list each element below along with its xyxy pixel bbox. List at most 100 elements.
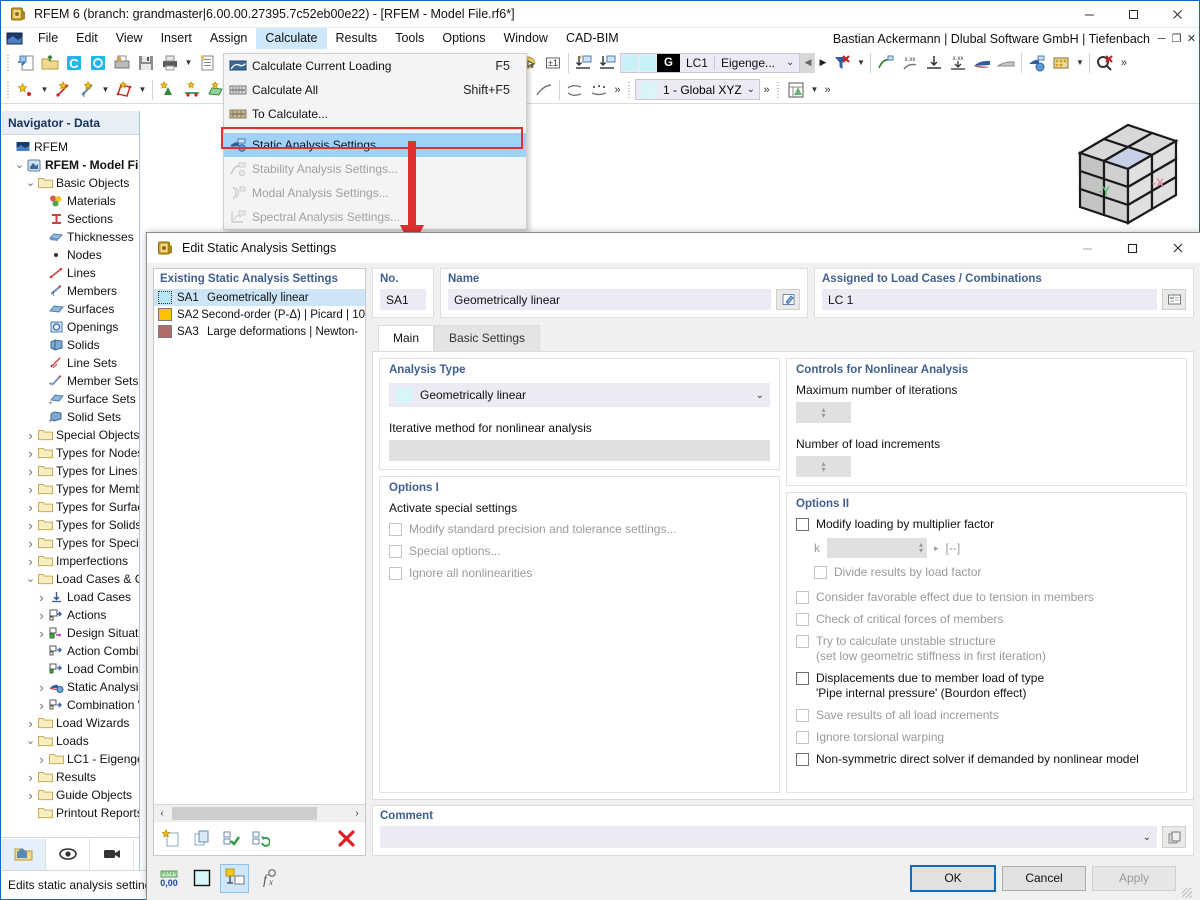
- new-node-icon[interactable]: [14, 78, 38, 102]
- chevron-right-icon[interactable]: ›: [35, 680, 48, 695]
- clear-results-icon[interactable]: [1093, 51, 1117, 75]
- show-deformation-icon[interactable]: [874, 51, 898, 75]
- navigator-tree[interactable]: RFEM⌄RFEM - Model File.rf6*⌄Basic Object…: [2, 135, 139, 837]
- scroll-left-button[interactable]: ‹: [154, 805, 170, 822]
- comment-library-icon[interactable]: [1162, 826, 1186, 848]
- navigator-item-results[interactable]: ›Results: [2, 768, 139, 786]
- chevron-down-icon[interactable]: ⌄: [24, 737, 37, 745]
- chevron-right-icon[interactable]: ›: [24, 464, 37, 479]
- new-nodal-support-icon[interactable]: [156, 78, 180, 102]
- navigator-item-action-combinations[interactable]: Action Combinations: [2, 642, 139, 660]
- mdi-restore-button[interactable]: ❐: [1169, 29, 1184, 48]
- coordinate-system-dropdown-icon[interactable]: ⌄: [747, 84, 755, 95]
- new-node-dropdown-icon[interactable]: ▼: [38, 78, 51, 102]
- load-case-combo[interactable]: G LC1 Eigenge... ⌄: [620, 53, 800, 73]
- menu-item-calculate-current-loading[interactable]: Calculate Current LoadingF5: [224, 54, 526, 78]
- navigator-item-members[interactable]: IMembers: [2, 282, 139, 300]
- chevron-down-icon[interactable]: ⌄: [24, 575, 37, 583]
- tab-basic-settings[interactable]: Basic Settings: [434, 325, 540, 351]
- toolbar-grip-5[interactable]: [775, 80, 782, 100]
- assigned-value[interactable]: LC 1: [822, 289, 1157, 310]
- checkbox-row-displacements-due-to-member-load-of-type[interactable]: Displacements due to member load of type…: [796, 671, 1177, 701]
- spin-down-icon[interactable]: ▾: [821, 413, 825, 419]
- save-icon[interactable]: [134, 51, 158, 75]
- navigator-item-types-for-members[interactable]: ›Types for Members: [2, 480, 139, 498]
- toolbar-overflow-1[interactable]: »: [1117, 51, 1130, 75]
- menu-item-to-calculate[interactable]: To Calculate...: [224, 102, 526, 126]
- existing-settings-row[interactable]: SA3Large deformations | Newton-: [154, 323, 365, 340]
- toolbar-grip[interactable]: [5, 53, 12, 73]
- filter-clear-icon[interactable]: [830, 51, 854, 75]
- spin-down-icon-2[interactable]: ▾: [821, 467, 825, 473]
- navigator-item-types-for-nodes[interactable]: ›Types for Nodes: [2, 444, 139, 462]
- load-case-dropdown-icon[interactable]: ⌄: [781, 57, 799, 68]
- function-icon[interactable]: fx: [254, 865, 281, 892]
- toolbar-grip-3[interactable]: [5, 80, 12, 100]
- scroll-right-button[interactable]: ›: [349, 805, 365, 822]
- insert-load-down-icon[interactable]: [572, 51, 596, 75]
- chevron-right-icon[interactable]: ›: [24, 500, 37, 515]
- navigator-item-surfaces[interactable]: Surfaces: [2, 300, 139, 318]
- menu-tools[interactable]: Tools: [386, 28, 433, 49]
- chevron-right-icon[interactable]: ›: [24, 788, 37, 803]
- result-gradient-icon[interactable]: [994, 51, 1018, 75]
- toolbar-overflow-2[interactable]: »: [611, 78, 624, 102]
- navigator-item-lc1-eigengewicht[interactable]: ›LC1 - Eigengewicht: [2, 750, 139, 768]
- calculate-dropdown-icon[interactable]: ▼: [1073, 51, 1086, 75]
- print-icon[interactable]: [158, 51, 182, 75]
- navigator-item-types-for-special-objects[interactable]: ›Types for Special Objects: [2, 534, 139, 552]
- table-view-icon[interactable]: [784, 78, 808, 102]
- units-button[interactable]: 0,00: [155, 865, 182, 892]
- chevron-right-icon[interactable]: ›: [35, 698, 48, 713]
- toolbar-overflow-4[interactable]: »: [821, 78, 834, 102]
- menu-results[interactable]: Results: [327, 28, 387, 49]
- dialog-minimize-button[interactable]: [1065, 233, 1110, 263]
- print-dropdown-icon[interactable]: ▼: [182, 51, 195, 75]
- chevron-right-icon[interactable]: ›: [24, 536, 37, 551]
- printout-report-icon[interactable]: [195, 51, 219, 75]
- chevron-right-icon[interactable]: ›: [35, 590, 48, 605]
- new-surface-icon[interactable]: [112, 78, 136, 102]
- analysis-type-select[interactable]: Geometrically linear ⌄: [389, 383, 770, 407]
- navigator-item-special-objects[interactable]: ›Special Objects: [2, 426, 139, 444]
- result-diagram-icon[interactable]: [970, 51, 994, 75]
- menu-item-calculate-all[interactable]: Calculate AllShift+F5: [224, 78, 526, 102]
- chevron-right-icon[interactable]: ›: [24, 716, 37, 731]
- chevron-down-icon[interactable]: ⌄: [13, 161, 26, 169]
- navigator-item-rfem[interactable]: RFEM: [2, 138, 139, 156]
- views-navigator-tab[interactable]: [90, 839, 134, 870]
- checkbox-row-non-symmetric-direct-solver-if-demanded-[interactable]: Non-symmetric direct solver if demanded …: [796, 752, 1177, 767]
- k-expand-arrow-icon[interactable]: ▸: [934, 543, 939, 554]
- calculate-menu-dropdown[interactable]: Calculate Current LoadingF5Calculate All…: [223, 53, 527, 230]
- navigator-item-actions[interactable]: ›Actions: [2, 606, 139, 624]
- close-button[interactable]: [1155, 1, 1199, 28]
- new-line-support-icon[interactable]: [180, 78, 204, 102]
- menu-options[interactable]: Options: [433, 28, 494, 49]
- navigator-item-load-cases-combinations[interactable]: ⌄Load Cases & Combinations: [2, 570, 139, 588]
- navigator-item-guide-objects[interactable]: ›Guide Objects: [2, 786, 139, 804]
- mdi-close-button[interactable]: ✕: [1184, 29, 1199, 48]
- menu-cad-bim[interactable]: CAD-BIM: [557, 28, 628, 49]
- menu-item-static-analysis-settings[interactable]: Static Analysis Settings...: [224, 133, 526, 157]
- scroll-track[interactable]: [170, 807, 349, 820]
- new-member-dropdown-icon[interactable]: ▼: [99, 78, 112, 102]
- result-curve-icon[interactable]: [563, 78, 587, 102]
- chevron-down-icon[interactable]: ⌄: [24, 179, 37, 187]
- navigator-item-static-analysis-settings[interactable]: ›Static Analysis Settings: [2, 678, 139, 696]
- comment-dropdown-icon[interactable]: ⌄: [1143, 832, 1151, 843]
- menu-file[interactable]: File: [29, 28, 67, 49]
- chevron-right-icon[interactable]: ›: [35, 752, 48, 767]
- tab-main[interactable]: Main: [378, 325, 434, 351]
- refresh-settings-button[interactable]: [247, 826, 272, 851]
- new-line-icon[interactable]: [51, 78, 75, 102]
- menu-edit[interactable]: Edit: [67, 28, 107, 49]
- cloud-model-icon[interactable]: [86, 51, 110, 75]
- navigator-item-load-combinations[interactable]: Load Combinations: [2, 660, 139, 678]
- navigator-item-line-sets[interactable]: +Line Sets: [2, 354, 139, 372]
- ok-button[interactable]: OK: [910, 865, 996, 892]
- display-properties-button[interactable]: [221, 865, 248, 892]
- checkbox[interactable]: [796, 672, 809, 685]
- navigator-item-types-for-solids[interactable]: ›Types for Solids: [2, 516, 139, 534]
- filter-dropdown-icon[interactable]: ▼: [854, 51, 867, 75]
- navigator-item-sections[interactable]: Sections: [2, 210, 139, 228]
